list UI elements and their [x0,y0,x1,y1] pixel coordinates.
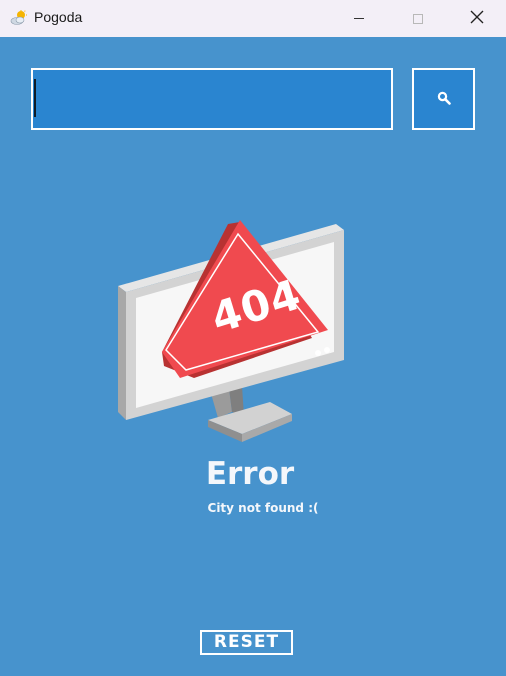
minimize-button[interactable] [330,0,388,37]
maximize-button[interactable] [389,0,447,37]
error-title: Error [205,456,295,492]
close-button[interactable] [448,0,506,37]
window-title: Pogoda [34,9,83,25]
city-search-input[interactable] [31,68,393,130]
maximize-icon [413,13,423,24]
title-bar[interactable]: Pogoda [0,0,506,37]
error-message: City not found :( [207,501,319,515]
reset-button[interactable]: RESET [200,630,293,655]
search-icon [437,90,451,109]
weather-sun-cloud-icon [10,10,28,26]
close-icon [470,9,484,28]
search-button[interactable] [412,68,475,130]
app-window: Pogoda 404 Error City not found:(RESET [0,0,506,676]
minimize-icon [354,18,364,19]
text-caret [34,79,36,117]
